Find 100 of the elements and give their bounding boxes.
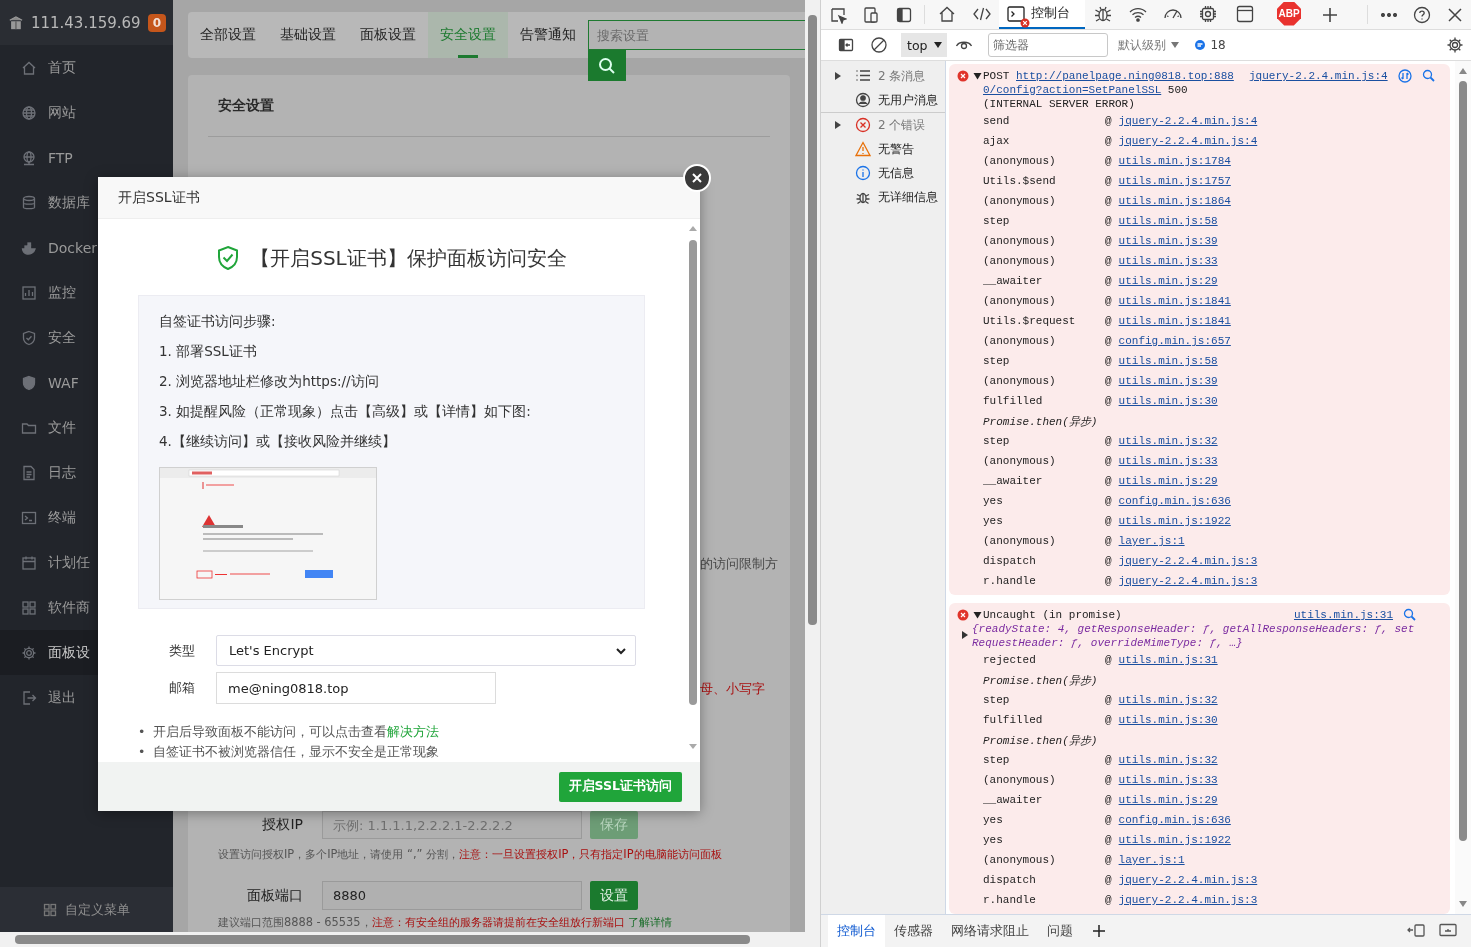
at-sign: @ bbox=[1105, 355, 1112, 367]
type-select[interactable]: Let's Encrypt bbox=[216, 635, 636, 666]
settings-tab[interactable]: 告警通知 bbox=[508, 12, 588, 58]
scroll-up-arrow-icon[interactable] bbox=[1458, 67, 1468, 75]
source-link[interactable]: utils.min.js:1784 bbox=[1118, 155, 1231, 167]
sidebar-item[interactable]: 首页 bbox=[0, 45, 173, 90]
message-filter-item[interactable]: 无详细信息 bbox=[821, 185, 945, 209]
source-link[interactable]: jquery-2.2.4.min.js:4 bbox=[1118, 135, 1258, 147]
source-link[interactable]: utils.min.js:39 bbox=[1118, 235, 1218, 247]
at-sign: @ bbox=[1105, 794, 1112, 806]
search-icon bbox=[598, 56, 616, 75]
source-link[interactable]: utils.min.js:31 bbox=[1293, 608, 1393, 622]
message-filter-item[interactable]: 2 个错误 bbox=[821, 113, 945, 137]
source-link[interactable]: utils.min.js:1757 bbox=[1118, 175, 1231, 187]
sidebar-item[interactable]: 日志 bbox=[0, 450, 173, 495]
settings-tab[interactable]: 面板设置 bbox=[348, 12, 428, 58]
settings-tab[interactable]: 基础设置 bbox=[268, 12, 348, 58]
vertical-scrollbar[interactable] bbox=[1455, 61, 1471, 914]
settings-tab[interactable]: 全部设置 bbox=[188, 12, 268, 58]
at-sign: @ bbox=[1105, 295, 1112, 307]
undock-button[interactable] bbox=[1407, 922, 1425, 940]
message-icon bbox=[1194, 39, 1207, 51]
notification-badge: 0 bbox=[147, 13, 166, 32]
horizontal-scrollbar[interactable] bbox=[0, 932, 805, 947]
message-filter-item[interactable]: 无用户消息 bbox=[821, 88, 945, 113]
source-link[interactable]: utils.min.js:1922 bbox=[1118, 515, 1231, 527]
source-link[interactable]: utils.min.js:58 bbox=[1118, 215, 1218, 227]
at-sign: @ bbox=[1105, 495, 1112, 507]
sidebar-item[interactable]: 计划任 bbox=[0, 540, 173, 585]
source-link[interactable]: utils.min.js:31 bbox=[1118, 654, 1218, 666]
source-link[interactable]: utils.min.js:32 bbox=[1118, 694, 1218, 706]
collapse-arrow-icon[interactable] bbox=[973, 72, 982, 80]
drawer-tab[interactable]: 传感器 bbox=[885, 915, 942, 947]
search-field[interactable]: 搜索设置 bbox=[588, 20, 805, 50]
drawer-tab[interactable]: 网络请求阻止 bbox=[942, 915, 1038, 947]
set-button[interactable]: 设置 bbox=[590, 881, 638, 910]
at-sign: @ bbox=[1105, 834, 1112, 846]
function-name: (anonymous) bbox=[983, 375, 1057, 387]
caret-icon bbox=[933, 40, 944, 50]
source-link[interactable]: jquery-2.2.4.min.js:3 bbox=[1118, 874, 1258, 886]
extension-tab[interactable]: ABP bbox=[1265, 0, 1313, 29]
source-link[interactable]: layer.js:1 bbox=[1118, 854, 1185, 866]
collapse-arrow-icon[interactable] bbox=[973, 611, 982, 620]
source-link[interactable]: utils.min.js:1922 bbox=[1118, 834, 1231, 846]
source-link[interactable]: utils.min.js:29 bbox=[1118, 275, 1218, 287]
source-link[interactable]: jquery-2.2.4.min.js:4 bbox=[1249, 69, 1388, 83]
email-input-field[interactable]: me@ning0818.top bbox=[216, 672, 496, 704]
source-link[interactable]: utils.min.js:30 bbox=[1118, 714, 1218, 726]
source-link[interactable]: utils.min.js:33 bbox=[1118, 255, 1218, 267]
sidebar-item[interactable]: FTP bbox=[0, 135, 173, 180]
log-level-dropdown[interactable]: 默认级别 bbox=[1118, 36, 1181, 54]
sidebar-item[interactable]: 软件商 bbox=[0, 585, 173, 630]
sidebar-item[interactable]: 监控 bbox=[0, 270, 173, 315]
sidebar-item[interactable]: 网站 bbox=[0, 90, 173, 135]
message-filter-item[interactable]: 无信息 bbox=[821, 161, 945, 185]
search-button[interactable] bbox=[588, 50, 626, 81]
source-link[interactable]: config.min.js:636 bbox=[1118, 495, 1231, 507]
source-link[interactable]: utils.min.js:29 bbox=[1118, 475, 1218, 487]
drawer-tab[interactable]: 控制台 bbox=[828, 915, 885, 947]
function-name: send bbox=[983, 115, 1011, 127]
custom-menu-button[interactable]: 自定义菜单 bbox=[0, 887, 173, 932]
source-link[interactable]: layer.js:1 bbox=[1118, 535, 1185, 547]
port-input-field[interactable]: 8880 bbox=[322, 881, 582, 910]
source-link[interactable]: jquery-2.2.4.min.js:3 bbox=[1118, 555, 1258, 567]
source-link[interactable]: utils.min.js:32 bbox=[1118, 435, 1218, 447]
async-frame-label: Promise.then(异步) bbox=[983, 733, 1099, 749]
sidebar-item[interactable]: 终端 bbox=[0, 495, 173, 540]
step-text: 2. 浏览器地址栏修改为https://访问 bbox=[159, 372, 380, 391]
source-link[interactable]: jquery-2.2.4.min.js:4 bbox=[1118, 115, 1258, 127]
inspect-icon bbox=[828, 5, 847, 24]
message-filter-item[interactable]: 2 条消息 bbox=[821, 64, 945, 88]
sidebar-item[interactable]: Docker bbox=[0, 225, 173, 270]
source-link[interactable]: config.min.js:636 bbox=[1118, 814, 1231, 826]
vertical-scrollbar[interactable] bbox=[805, 0, 820, 932]
source-link[interactable]: config.min.js:657 bbox=[1118, 335, 1231, 347]
console-tab[interactable]: 控制台 bbox=[999, 0, 1085, 29]
context-dropdown[interactable]: top bbox=[901, 33, 948, 57]
source-link[interactable]: utils.min.js:32 bbox=[1118, 754, 1218, 766]
scroll-down-arrow-icon[interactable] bbox=[1458, 900, 1468, 908]
at-sign: @ bbox=[1105, 694, 1112, 706]
drawer-tab[interactable]: 问题 bbox=[1038, 915, 1082, 947]
function-name: (anonymous) bbox=[983, 155, 1057, 167]
source-link[interactable]: utils.min.js:58 bbox=[1118, 355, 1218, 367]
filter-field[interactable]: 筛选器 bbox=[988, 33, 1109, 57]
source-link[interactable]: utils.min.js:29 bbox=[1118, 794, 1218, 806]
source-link[interactable]: utils.min.js:39 bbox=[1118, 375, 1218, 387]
message-filter-item[interactable]: 无警告 bbox=[821, 137, 945, 161]
source-link[interactable]: jquery-2.2.4.min.js:3 bbox=[1118, 894, 1258, 906]
dialog-title: 开启SSL证书 bbox=[98, 177, 700, 219]
bullet-mark: • bbox=[138, 723, 146, 741]
source-link[interactable]: utils.min.js:1841 bbox=[1118, 295, 1231, 307]
source-link[interactable]: utils.min.js:1864 bbox=[1118, 195, 1231, 207]
function-name: __awaiter bbox=[983, 475, 1044, 487]
source-link[interactable]: utils.min.js:30 bbox=[1118, 395, 1218, 407]
source-link[interactable]: jquery-2.2.4.min.js:3 bbox=[1118, 575, 1258, 587]
source-link[interactable]: utils.min.js:33 bbox=[1118, 455, 1218, 467]
function-name: (anonymous) bbox=[983, 774, 1057, 786]
exit-icon bbox=[21, 689, 37, 706]
source-link[interactable]: utils.min.js:33 bbox=[1118, 774, 1218, 786]
source-link[interactable]: utils.min.js:1841 bbox=[1118, 315, 1231, 327]
